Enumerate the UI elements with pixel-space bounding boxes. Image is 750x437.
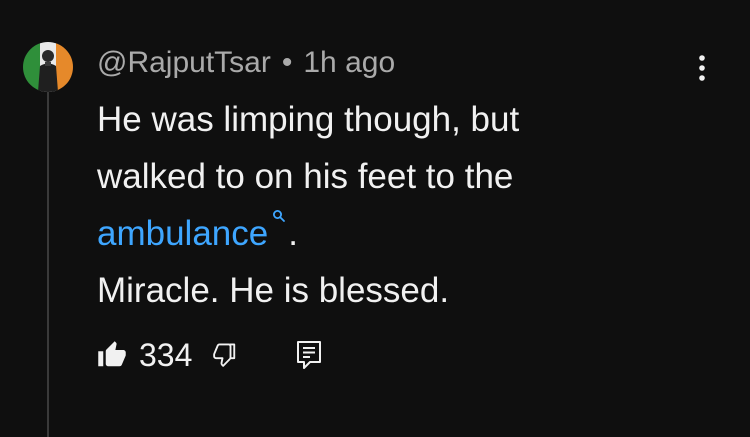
reply-comment-icon — [297, 341, 322, 369]
thread-line — [47, 92, 49, 437]
header-separator: • — [281, 46, 293, 79]
search-link-text[interactable]: ambulance — [97, 214, 268, 253]
dislike-button[interactable] — [208, 340, 238, 370]
comment-header: @RajputTsar • 1h ago — [97, 44, 395, 82]
avatar-tricolor-icon — [23, 42, 73, 92]
search-icon — [273, 210, 286, 222]
thumbs-up-filled-icon — [98, 341, 126, 367]
comment-line-2: walked to on his feet to the — [97, 157, 514, 196]
comment-text: He was limping though, but walked to on … — [97, 91, 657, 319]
comment-line-3-end: . — [288, 214, 298, 253]
author-name[interactable]: @RajputTsar — [97, 46, 271, 80]
avatar[interactable] — [23, 42, 73, 92]
thumbs-down-outline-icon — [213, 343, 236, 367]
comment-time[interactable]: 1h ago — [303, 46, 395, 80]
comment-actions: 334 — [97, 333, 322, 377]
reply-button[interactable] — [296, 340, 322, 370]
like-button[interactable] — [97, 340, 127, 370]
more-options-button[interactable] — [682, 50, 722, 86]
like-count: 334 — [139, 336, 193, 373]
comment-line-1: He was limping though, but — [97, 100, 520, 139]
search-link[interactable]: ambulance — [97, 210, 288, 253]
comment-line-4: Miracle. He is blessed. — [97, 271, 450, 310]
more-vertical-icon — [699, 55, 705, 81]
comment-line-3: ambulance. — [97, 205, 657, 262]
